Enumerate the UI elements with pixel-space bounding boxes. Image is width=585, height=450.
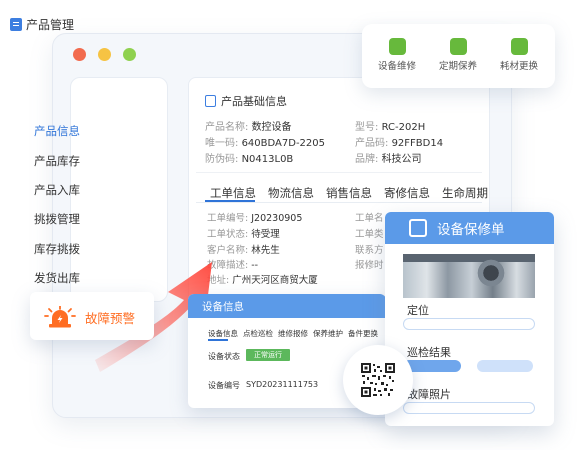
qr-code-badge[interactable] [343, 345, 413, 415]
tab-parts-replacement[interactable]: 备件更换 [348, 328, 378, 339]
repair-order-card: 设备保修单 定位 巡检结果 故障照片 [385, 212, 554, 426]
product-code-field: 产品码: 92FFBD14 [355, 138, 444, 149]
section-divider [196, 172, 482, 173]
repair-order-title: 设备保修单 [437, 222, 505, 238]
customer-name-field: 客户名称: 林先生 [207, 245, 280, 256]
device-card-tabs: 设备信息 点检巡检 维修报修 保养维护 备件更换 [208, 328, 378, 339]
quick-actions-toolbar: 设备维修 定期保养 耗材更换 [362, 24, 555, 88]
tab-maintenance[interactable]: 保养维护 [313, 328, 343, 339]
repair-icon [388, 38, 406, 55]
scheduled-maintenance-action[interactable]: 定期保养 [428, 38, 488, 72]
tab-device-info[interactable]: 设备信息 [208, 328, 238, 339]
maximize-window-button[interactable] [123, 48, 136, 61]
consumable-replacement-action[interactable]: 耗材更换 [489, 38, 549, 72]
tab-lifecycle[interactable]: 生命周期 [442, 185, 488, 201]
brand-field: 品牌: 科技公司 [355, 154, 422, 165]
sidebar-item-shipment-outbound[interactable]: 发货出库 [34, 270, 80, 286]
work-order-type-label: 工单类 [355, 229, 384, 240]
sidebar-item-product-inbound[interactable]: 产品入库 [34, 182, 80, 198]
tab-work-order[interactable]: 工单信息 [210, 185, 256, 201]
address-field: 地址: 广州天河区商贸大厦 [207, 275, 318, 286]
inspection-result-label: 巡检结果 [407, 346, 451, 359]
alarm-siren-icon [44, 306, 76, 328]
maintenance-icon [449, 38, 467, 55]
fault-photo-upload[interactable] [403, 402, 535, 414]
anti-counterfeit-code-field: 防伪码: N0413L0B [205, 154, 294, 165]
fault-description-field: 故障描述: -- [207, 260, 259, 271]
minimize-window-button[interactable] [98, 48, 111, 61]
device-repair-action[interactable]: 设备维修 [367, 38, 427, 72]
unique-code-field: 唯一码: 640BDA7D-2205 [205, 138, 325, 149]
document-icon [205, 95, 216, 107]
sidebar-item-product-info[interactable]: 产品信息 [34, 123, 80, 139]
inspection-result-option-b[interactable] [477, 360, 533, 372]
qr-code-icon [361, 363, 395, 397]
equipment-photo [403, 254, 535, 298]
report-time-label: 报修时 [355, 260, 384, 271]
model-field: 型号: RC-202H [355, 122, 426, 133]
work-order-number-field: 工单编号: J20230905 [207, 213, 303, 224]
device-card-active-tab-indicator [208, 339, 228, 341]
tab-mail-repair[interactable]: 寄修信息 [384, 185, 430, 201]
sidebar-item-stock-transfer[interactable]: 库存挑拨 [34, 241, 80, 257]
active-tab-indicator [205, 200, 255, 202]
tab-repair[interactable]: 维修报修 [278, 328, 308, 339]
sidebar-item-product-stock[interactable]: 产品库存 [34, 153, 80, 169]
device-number-label: 设备编号 [208, 381, 240, 390]
consumable-icon [510, 38, 528, 55]
fault-photo-label: 故障照片 [407, 388, 451, 401]
device-status-badge: 正常运行 [246, 349, 290, 361]
fault-alert-card[interactable]: 故障预警 [30, 292, 154, 340]
clipboard-icon [10, 18, 22, 31]
product-name-field: 产品名称: 数控设备 [205, 122, 292, 133]
repair-order-header: 设备保修单 [385, 212, 554, 244]
close-window-button[interactable] [73, 48, 86, 61]
sidebar-title: 产品管理 [26, 18, 75, 32]
basic-info-title: 产品基础信息 [221, 95, 287, 108]
location-label: 定位 [407, 304, 429, 317]
basic-info-header: 产品基础信息 [205, 93, 287, 109]
tab-inspection[interactable]: 点检巡检 [243, 328, 273, 339]
device-number-value: SYD20231111753 [246, 380, 319, 389]
sidebar-header: 产品管理 [10, 16, 74, 33]
contact-label: 联系方 [355, 245, 384, 256]
location-input[interactable] [403, 318, 535, 330]
tab-sales[interactable]: 销售信息 [326, 185, 372, 201]
sidebar-item-transfer-management[interactable]: 挑拨管理 [34, 211, 80, 227]
work-order-status-field: 工单状态: 待受理 [207, 229, 280, 240]
fault-alert-label: 故障预警 [85, 311, 136, 326]
device-status-label: 设备状态 [208, 352, 240, 361]
work-order-name-label: 工单名 [355, 213, 384, 224]
device-card-title: 设备信息 [188, 294, 386, 318]
tab-divider [196, 202, 482, 203]
sidebar [70, 77, 168, 302]
scan-icon [409, 219, 427, 237]
detail-tabs: 工单信息 物流信息 销售信息 寄修信息 生命周期 [210, 185, 488, 201]
tab-logistics[interactable]: 物流信息 [268, 185, 314, 201]
